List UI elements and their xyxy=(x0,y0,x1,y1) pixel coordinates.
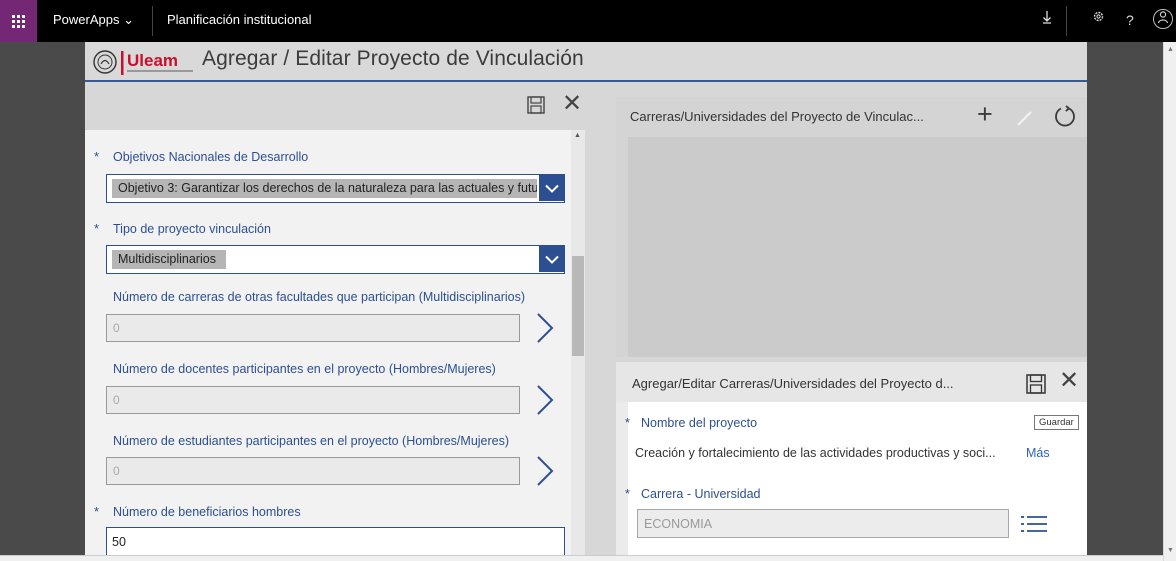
beneficiarios-input[interactable]: 50 xyxy=(106,527,565,555)
edit-form-panel: ✕ * Objetivos Nacionales de Desarrollo O… xyxy=(85,84,585,555)
page-title: Agregar / Editar Proyecto de Vinculación xyxy=(202,47,584,70)
form-scroll-area: * Objetivos Nacionales de Desarrollo Obj… xyxy=(85,130,585,555)
estudiantes-field[interactable]: 0 xyxy=(106,457,520,485)
field-label-docentes: Número de docentes participantes en el p… xyxy=(113,362,496,376)
app-name: Planificación institucional xyxy=(167,12,312,27)
dropdown-selected-value: Objetivo 3: Garantizar los derechos de l… xyxy=(112,179,537,198)
close-icon[interactable]: ✕ xyxy=(562,92,582,116)
divider xyxy=(1066,6,1067,36)
app-launcher-icon[interactable] xyxy=(0,0,37,42)
career-input[interactable]: ECONOMIA xyxy=(637,509,1009,538)
field-value: 0 xyxy=(113,321,120,335)
divider xyxy=(152,6,153,36)
gallery-body xyxy=(628,137,1087,357)
carreras-subform-panel: Agregar/Editar Carreras/Universidades de… xyxy=(616,362,1087,555)
page-header: Uleam Agregar / Editar Proyecto de Vincu… xyxy=(85,42,1087,82)
window-scrollbar[interactable]: ▲ ▼ xyxy=(1163,42,1176,561)
field-label-estudiantes: Número de estudiantes participantes en e… xyxy=(113,434,510,448)
field-value: ECONOMIA xyxy=(644,517,713,531)
required-mark: * xyxy=(625,416,630,430)
app-canvas: Uleam Agregar / Editar Proyecto de Vincu… xyxy=(85,42,1087,555)
scroll-down-icon[interactable]: ▼ xyxy=(1167,547,1174,554)
chevron-right-icon[interactable] xyxy=(535,312,555,349)
project-name-value: Creación y fortalecimiento de las activi… xyxy=(635,446,996,460)
field-value: 0 xyxy=(113,393,120,407)
close-icon[interactable]: ✕ xyxy=(1059,369,1079,393)
subform-body: Guardar * Nombre del proyecto Creación y… xyxy=(625,402,1087,555)
refresh-icon[interactable] xyxy=(1053,105,1077,134)
tipo-proyecto-dropdown[interactable]: Multidisciplinarios xyxy=(106,245,565,274)
project-name-label: Nombre del proyecto xyxy=(641,416,758,430)
carreras-gallery-panel: Carreras/Universidades del Proyecto de V… xyxy=(616,97,1087,357)
logo-text: Uleam xyxy=(127,51,178,70)
objetivos-dropdown[interactable]: Objetivo 3: Garantizar los derechos de l… xyxy=(106,174,565,203)
powerapps-menu[interactable]: PowerApps ⌄ xyxy=(53,12,134,28)
carreras-field[interactable]: 0 xyxy=(106,314,520,342)
form-toolbar: ✕ xyxy=(85,84,585,130)
required-mark: * xyxy=(94,149,100,164)
field-label-carreras: Número de carreras de otras facultades q… xyxy=(113,290,525,304)
save-icon[interactable] xyxy=(1026,374,1046,399)
chevron-right-icon[interactable] xyxy=(535,455,555,492)
subform-title: Agregar/Editar Carreras/Universidades de… xyxy=(632,376,954,391)
career-label: Carrera - Universidad xyxy=(641,487,761,501)
field-value: 0 xyxy=(113,464,120,478)
save-icon[interactable] xyxy=(527,96,545,119)
chevron-down-icon[interactable] xyxy=(539,246,564,272)
powerapps-topbar: PowerApps ⌄ Planificación institucional … xyxy=(0,0,1176,42)
scroll-up-icon[interactable]: ▲ xyxy=(574,132,581,139)
subform-header: Agregar/Editar Carreras/Universidades de… xyxy=(616,362,1087,402)
horizontal-scrollbar[interactable] xyxy=(0,555,1163,561)
form-scrollbar[interactable]: ▲ xyxy=(571,130,585,555)
chevron-down-icon[interactable] xyxy=(539,175,564,201)
required-mark: * xyxy=(625,487,630,501)
edit-pencil-icon[interactable] xyxy=(1016,109,1034,132)
chevron-right-icon[interactable] xyxy=(535,384,555,421)
list-icon[interactable] xyxy=(1020,515,1048,538)
add-icon[interactable]: + xyxy=(977,99,993,130)
docentes-field[interactable]: 0 xyxy=(106,386,520,414)
required-mark: * xyxy=(94,221,100,236)
uleam-logo: Uleam xyxy=(91,48,201,80)
field-label-tipo: Tipo de proyecto vinculación xyxy=(113,222,271,236)
field-value: 50 xyxy=(112,535,126,549)
save-tooltip: Guardar xyxy=(1034,415,1079,430)
help-icon[interactable]: ? xyxy=(1126,12,1134,28)
download-icon[interactable] xyxy=(1042,10,1052,27)
gear-icon[interactable] xyxy=(1092,10,1105,26)
required-mark: * xyxy=(94,504,100,519)
gallery-title: Carreras/Universidades del Proyecto de V… xyxy=(630,109,924,124)
more-link[interactable]: Más xyxy=(1026,446,1050,460)
field-label-beneficiarios: Número de beneficiarios hombres xyxy=(113,505,301,519)
field-label-objetivos: Objetivos Nacionales de Desarrollo xyxy=(113,150,309,164)
dropdown-selected-value: Multidisciplinarios xyxy=(112,250,226,269)
scrollbar-thumb[interactable] xyxy=(572,256,584,356)
scroll-up-icon[interactable]: ▲ xyxy=(1167,46,1174,53)
user-icon[interactable] xyxy=(1153,9,1173,29)
